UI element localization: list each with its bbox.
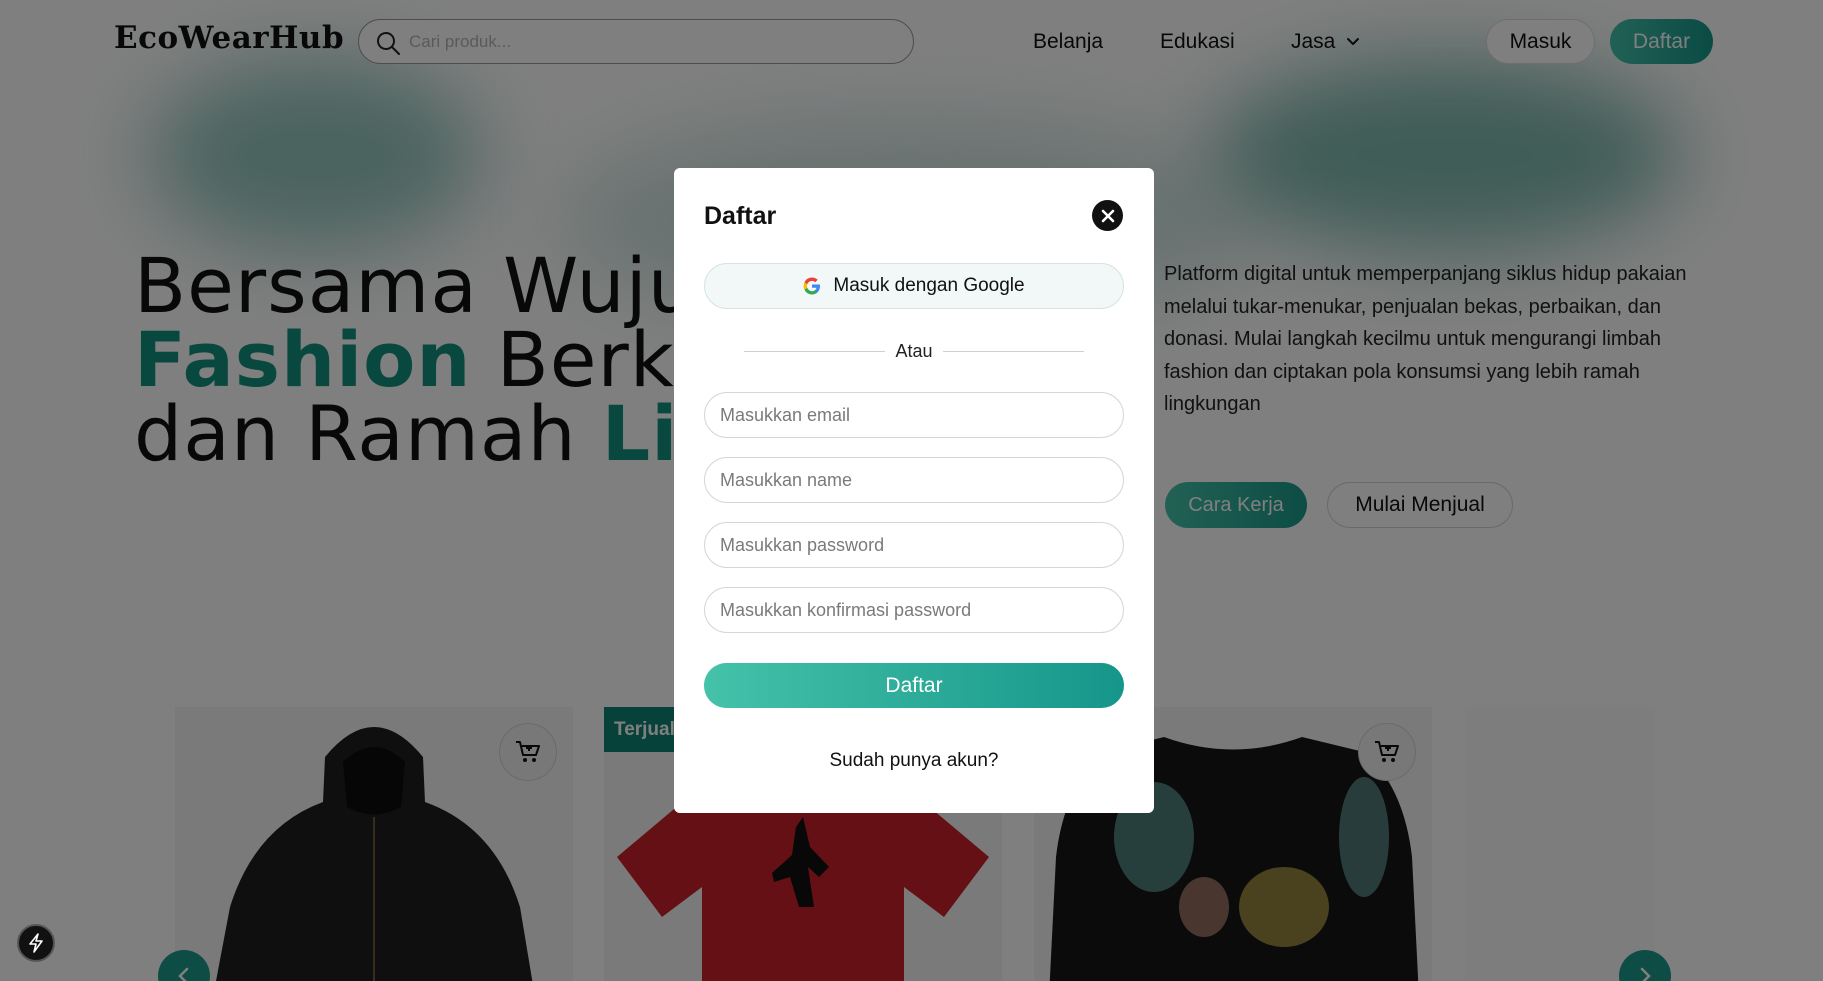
or-divider: Atau xyxy=(744,341,1084,362)
already-have-account-link[interactable]: Sudah punya akun? xyxy=(674,750,1154,772)
divider-label: Atau xyxy=(895,341,933,361)
google-login-label: Masuk dengan Google xyxy=(833,275,1025,296)
password-field[interactable] xyxy=(704,522,1124,568)
close-icon xyxy=(1101,209,1114,222)
dev-tools-button[interactable] xyxy=(17,924,55,962)
divider-line xyxy=(942,351,1084,352)
close-button[interactable] xyxy=(1092,200,1123,231)
google-login-button[interactable]: Masuk dengan Google xyxy=(704,263,1124,309)
submit-register-button[interactable]: Daftar xyxy=(704,663,1124,708)
confirm-password-field[interactable] xyxy=(704,587,1124,633)
name-field[interactable] xyxy=(704,457,1124,503)
modal-title: Daftar xyxy=(704,202,777,230)
bolt-icon xyxy=(29,933,43,953)
divider-line xyxy=(744,351,886,352)
register-modal: Daftar Masuk dengan Google Atau Daftar S… xyxy=(674,168,1154,813)
google-icon xyxy=(804,277,821,295)
email-field[interactable] xyxy=(704,392,1124,438)
